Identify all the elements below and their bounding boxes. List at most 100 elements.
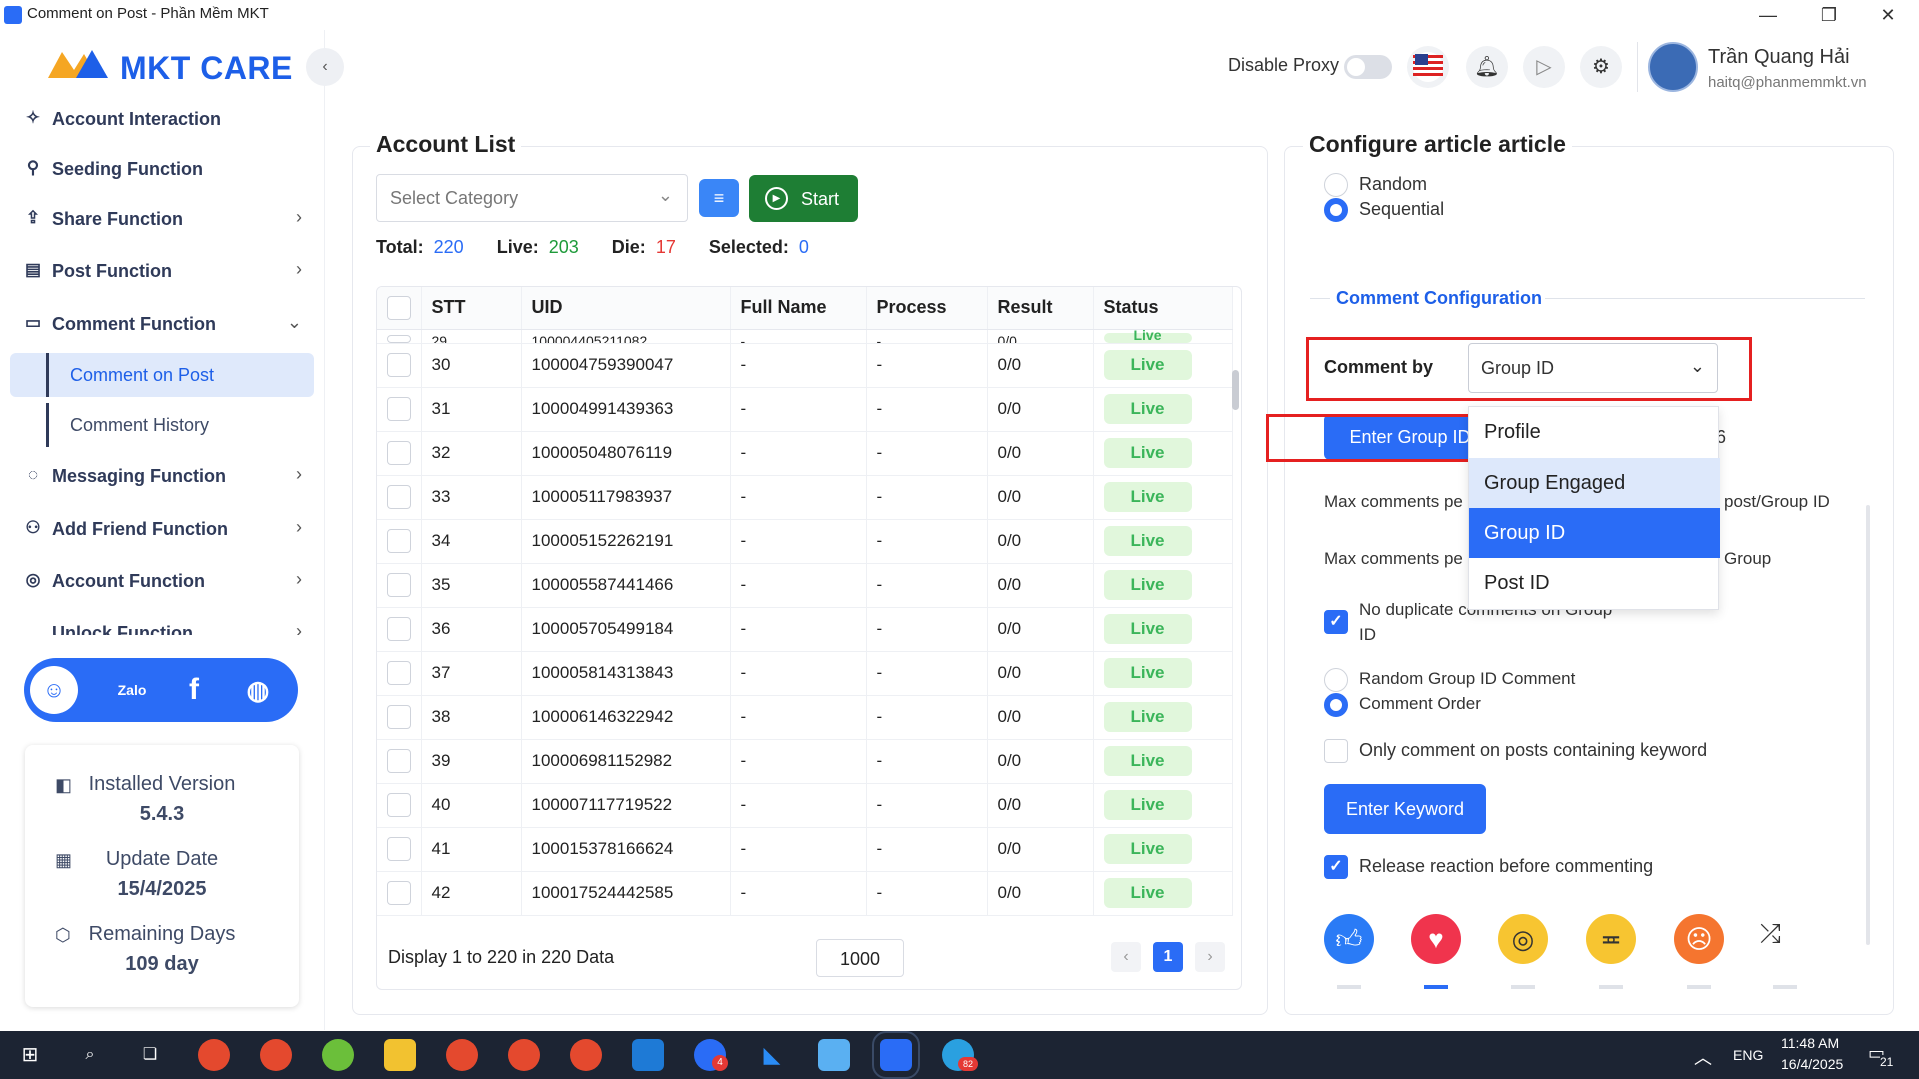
windows-start-icon[interactable]: ⊞	[14, 1039, 46, 1071]
reaction-checkbox-love[interactable]	[1424, 985, 1448, 989]
sidebar-item-comment[interactable]: ▭ Comment Function ⌄	[22, 306, 302, 344]
sidebar-subitem-comment-on-post[interactable]: Comment on Post	[10, 353, 314, 397]
reaction-checkbox-angry[interactable]	[1687, 985, 1711, 989]
row-checkbox[interactable]	[387, 353, 411, 377]
angry-reaction-icon[interactable]: ☹	[1674, 914, 1724, 964]
chrome-icon[interactable]	[260, 1039, 292, 1071]
love-reaction-icon[interactable]: ♥	[1411, 914, 1461, 964]
select-all-checkbox[interactable]	[387, 295, 411, 320]
search-icon[interactable]: ⌕	[74, 1039, 106, 1071]
table-row[interactable]: 37 100005814313843- -0/0 Live	[377, 651, 1233, 696]
sidebar-item-unlock-clipped[interactable]: Unlock Function ›	[22, 623, 302, 635]
row-checkbox[interactable]	[387, 705, 411, 729]
close-button[interactable]: ✕	[1868, 2, 1908, 28]
sidebar-item-account-function[interactable]: ◎ Account Function ›	[22, 563, 302, 601]
table-row[interactable]: 39 100006981152982- -0/0 Live	[377, 739, 1233, 784]
file-explorer-icon[interactable]	[384, 1039, 416, 1071]
sidebar-item-share[interactable]: ⇪ Share Function ›	[22, 201, 302, 239]
mkt-care-taskbar-icon[interactable]	[872, 1031, 920, 1079]
like-reaction-icon[interactable]: 👍︎	[1324, 914, 1374, 964]
row-checkbox[interactable]	[387, 334, 411, 342]
row-checkbox[interactable]	[387, 749, 411, 773]
sidebar-subitem-comment-history[interactable]: Comment History	[46, 403, 314, 447]
table-row[interactable]: 34 100005152262191- -0/0 Live	[377, 519, 1233, 564]
order-sequential-radio[interactable]	[1324, 198, 1348, 222]
row-checkbox[interactable]	[387, 485, 411, 509]
enter-keyword-button[interactable]: Enter Keyword	[1324, 784, 1486, 834]
haha-reaction-icon[interactable]: ≖	[1586, 914, 1636, 964]
table-row[interactable]: 31 100004991439363- -0/0 Live	[377, 387, 1233, 432]
page-size-input[interactable]: 1000	[816, 939, 904, 977]
reaction-checkbox-wow[interactable]	[1511, 985, 1535, 989]
table-row[interactable]: 32 100005048076119- -0/0 Live	[377, 431, 1233, 476]
table-row[interactable]: 30 100004759390047- -0/0 Live	[377, 343, 1233, 388]
option-post-id[interactable]: Post ID	[1469, 558, 1720, 608]
row-checkbox[interactable]	[387, 529, 411, 553]
table-row[interactable]: 41 100015378166624- -0/0 Live	[377, 827, 1233, 872]
page-1-button[interactable]: 1	[1153, 942, 1183, 972]
table-row[interactable]: 38 100006146322942- -0/0 Live	[377, 695, 1233, 740]
column-header-status[interactable]: Status	[1093, 287, 1233, 330]
start-button[interactable]: ▶ Start	[749, 175, 858, 222]
column-header-process[interactable]: Process	[866, 287, 988, 330]
sidebar-item-post[interactable]: ▤ Post Function ›	[22, 253, 302, 291]
gear-icon[interactable]: ⚙	[1580, 46, 1622, 88]
random-group-comment-radio[interactable]	[1324, 668, 1348, 692]
telegram-icon[interactable]: 82	[942, 1039, 978, 1071]
reaction-checkbox-like[interactable]	[1337, 985, 1361, 989]
wow-reaction-icon[interactable]: ◎	[1498, 914, 1548, 964]
chrome-icon[interactable]	[446, 1039, 478, 1071]
clock-time[interactable]: 11:48 AM	[1781, 1035, 1839, 1051]
table-row[interactable]: 42 100017524442585- -0/0 Live	[377, 871, 1233, 916]
config-scrollbar[interactable]	[1866, 505, 1870, 945]
table-row[interactable]: 35 100005587441466- -0/0 Live	[377, 563, 1233, 608]
release-reaction-checkbox[interactable]: ✓	[1324, 855, 1348, 879]
row-checkbox[interactable]	[387, 441, 411, 465]
row-checkbox[interactable]	[387, 573, 411, 597]
mkt-app-icon[interactable]	[818, 1039, 850, 1071]
support-chat-icon[interactable]: ☺	[30, 666, 78, 714]
order-random-radio[interactable]	[1324, 173, 1348, 197]
table-row[interactable]: 33 100005117983937- -0/0 Live	[377, 475, 1233, 520]
avatar[interactable]	[1648, 42, 1698, 92]
chrome-icon[interactable]	[508, 1039, 540, 1071]
filter-button[interactable]: ≡	[699, 179, 739, 217]
prev-page-button[interactable]: ‹	[1111, 942, 1141, 972]
table-row-partial[interactable]: 29 100004405211082- -0/0 Live	[377, 329, 1233, 344]
sidebar-item-seeding[interactable]: ⚲ Seeding Function	[22, 151, 302, 189]
sidebar-item-unlock[interactable]: Unlock Function ›	[22, 623, 302, 635]
row-checkbox[interactable]	[387, 881, 411, 905]
option-group-engaged[interactable]: Group Engaged	[1469, 458, 1720, 508]
shuffle-icon[interactable]: ⤮	[1760, 918, 1781, 950]
restore-button[interactable]: ❐	[1809, 2, 1849, 28]
bell-icon[interactable]: 🔔︎	[1466, 46, 1508, 88]
sidebar-collapse-button[interactable]: ‹	[306, 48, 344, 86]
table-row[interactable]: 40 100007117719522- -0/0 Live	[377, 783, 1233, 828]
sidebar-item-add-friend[interactable]: ⚇ Add Friend Function ›	[22, 511, 302, 549]
row-checkbox[interactable]	[387, 837, 411, 861]
chrome-icon[interactable]	[198, 1039, 230, 1071]
globe-icon[interactable]: ◍	[234, 666, 282, 714]
reaction-checkbox-shuffle[interactable]	[1773, 985, 1797, 989]
minimize-button[interactable]: —	[1748, 2, 1788, 28]
app-window-icon[interactable]	[632, 1039, 664, 1071]
zalo-taskbar-icon[interactable]: 4	[694, 1039, 728, 1071]
column-header-result[interactable]: Result	[987, 287, 1094, 330]
browser-icon[interactable]	[322, 1039, 354, 1071]
option-profile[interactable]: Profile	[1469, 407, 1720, 457]
language-flag-button[interactable]	[1407, 46, 1449, 88]
proxy-toggle[interactable]	[1344, 55, 1392, 79]
sidebar-item-messaging[interactable]: ◌ Messaging Function ›	[22, 458, 302, 496]
table-row[interactable]: 36 100005705499184- -0/0 Live	[377, 607, 1233, 652]
row-checkbox[interactable]	[387, 617, 411, 641]
row-checkbox[interactable]	[387, 793, 411, 817]
next-page-button[interactable]: ›	[1195, 942, 1225, 972]
task-view-icon[interactable]: ❏	[134, 1039, 166, 1071]
column-header-uid[interactable]: UID	[521, 287, 731, 330]
only-keyword-checkbox[interactable]	[1324, 739, 1348, 763]
sidebar-item-account-interaction[interactable]: ✧ Account Interaction	[22, 101, 302, 139]
language-indicator[interactable]: ENG	[1733, 1047, 1763, 1063]
play-icon[interactable]: ▷	[1523, 46, 1565, 88]
clock-date[interactable]: 16/4/2025	[1781, 1056, 1843, 1072]
no-duplicate-checkbox[interactable]: ✓	[1324, 610, 1348, 634]
